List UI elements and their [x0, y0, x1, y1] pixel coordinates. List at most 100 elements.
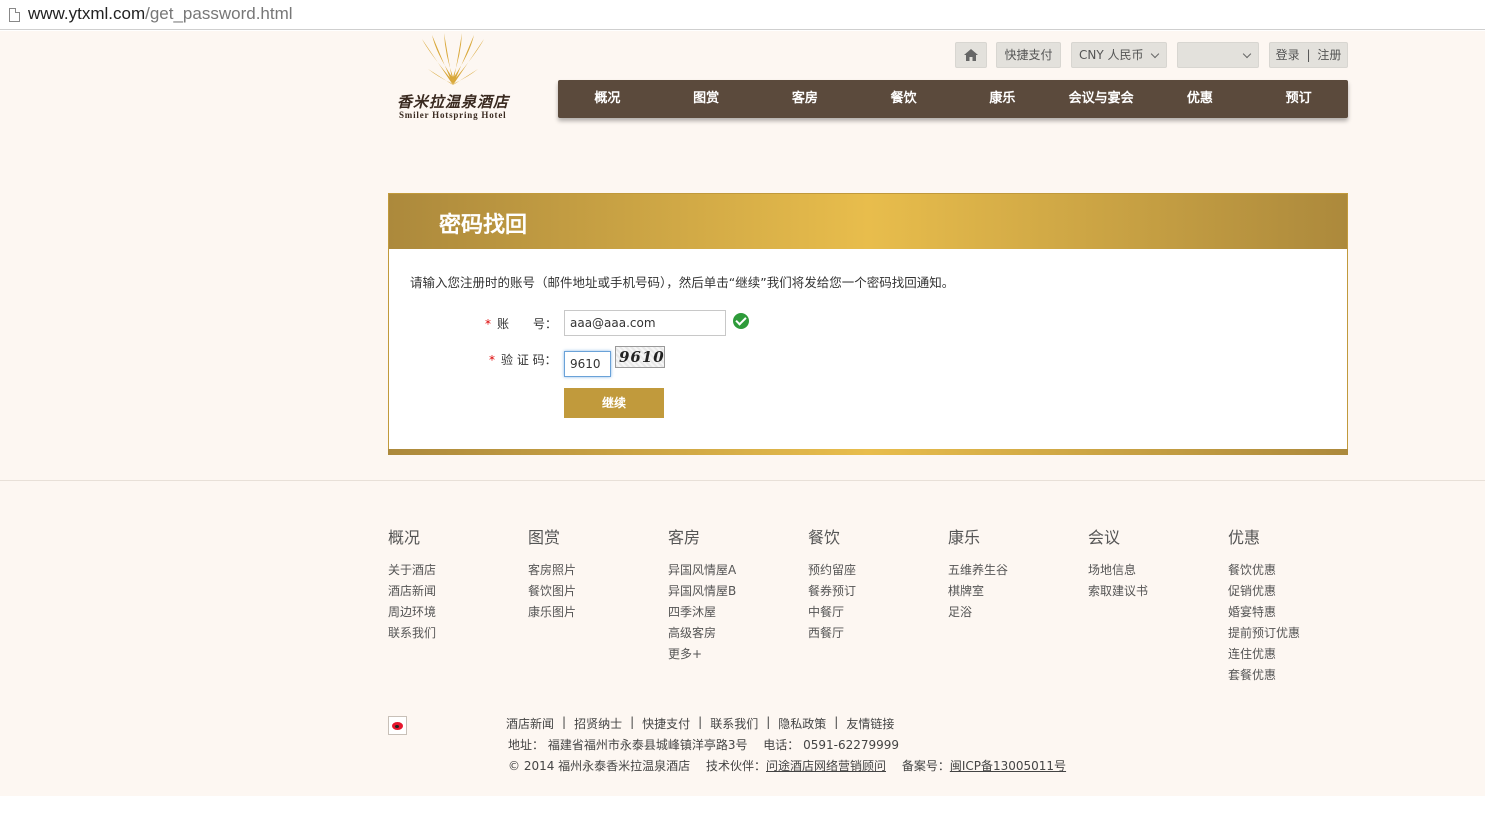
footer-bottom-links: 酒店新闻 | 招贤纳士 | 快捷支付 | 联系我们 | 隐私政策 | 友情链接 — [506, 715, 894, 732]
main-nav: 概况 图赏 客房 餐饮 康乐 会议与宴会 优惠 预订 — [558, 80, 1348, 118]
footer-link[interactable]: 中餐厅 — [808, 602, 938, 623]
footer-link[interactable]: 索取建议书 — [1088, 581, 1218, 602]
separator: | — [1306, 48, 1311, 62]
url-path: /get_password.html — [145, 4, 293, 23]
butterfly-logo-icon — [422, 33, 484, 85]
footer-link[interactable]: 异国风情屋A — [668, 560, 798, 581]
footer-link[interactable]: 酒店新闻 — [388, 581, 518, 602]
footer-col-title: 图赏 — [528, 528, 561, 547]
chevron-down-icon — [1150, 49, 1160, 59]
check-icon — [733, 313, 749, 329]
footer-link[interactable]: 足浴 — [948, 602, 1078, 623]
footer-col-dining: 餐饮 预约留座 餐券预订 中餐厅 西餐厅 — [808, 524, 938, 644]
footer-link[interactable]: 连住优惠 — [1228, 644, 1358, 665]
required-mark: * — [485, 317, 491, 331]
separator: | — [698, 715, 703, 729]
footer-col-title: 优惠 — [1228, 528, 1261, 547]
url-text[interactable]: www.ytxml.com/get_password.html — [28, 4, 293, 24]
page: 香米拉温泉酒店 Smiler Hotspring Hotel 快捷支付 CNY … — [0, 31, 1485, 796]
account-label: * 账 号： — [485, 315, 557, 332]
partner-link[interactable]: 问途酒店网络营销顾问 — [766, 759, 886, 773]
account-input[interactable]: aaa@aaa.com — [564, 310, 726, 336]
login-link[interactable]: 登录 — [1276, 48, 1300, 62]
footer-link[interactable]: 餐券预订 — [808, 581, 938, 602]
nav-rooms[interactable]: 客房 — [756, 80, 855, 118]
separator: | — [766, 715, 771, 729]
captcha-label: * 验 证 码： — [489, 351, 557, 368]
footer-col-title: 会议 — [1088, 528, 1121, 547]
nav-booking[interactable]: 预订 — [1249, 80, 1348, 118]
hotel-logo[interactable]: 香米拉温泉酒店 Smiler Hotspring Hotel — [388, 33, 528, 123]
icp-label: 备案号： — [886, 759, 950, 773]
footer-link[interactable]: 客房照片 — [528, 560, 658, 581]
currency-value: CNY 人民币 — [1079, 48, 1144, 62]
footer-col-rooms: 客房 异国风情屋A 异国风情屋B 四季沐屋 高级客房 更多+ — [668, 524, 798, 665]
footer-link[interactable]: 五维养生谷 — [948, 560, 1078, 581]
footer-link[interactable]: 四季沐屋 — [668, 602, 798, 623]
quick-pay-button[interactable]: 快捷支付 — [996, 42, 1061, 68]
footer-col-title: 康乐 — [948, 528, 981, 547]
password-recovery-panel: 密码找回 请输入您注册时的账号（邮件地址或手机号码），然后单击“继续”我们将发给… — [388, 193, 1348, 455]
captcha-input[interactable]: 9610 — [564, 351, 611, 377]
nav-offers[interactable]: 优惠 — [1151, 80, 1250, 118]
footer-col-gallery: 图赏 客房照片 餐饮图片 康乐图片 — [528, 524, 658, 623]
divider — [0, 480, 1485, 481]
footer-link[interactable]: 场地信息 — [1088, 560, 1218, 581]
home-button[interactable] — [955, 42, 987, 68]
home-icon — [964, 49, 978, 61]
captcha-image[interactable]: 9610 — [615, 346, 665, 368]
language-select[interactable] — [1177, 42, 1259, 68]
nav-recreation[interactable]: 康乐 — [953, 80, 1052, 118]
footer-link[interactable]: 关于酒店 — [388, 560, 518, 581]
footer-bottom-link[interactable]: 联系我们 — [710, 715, 758, 732]
chevron-down-icon — [1242, 49, 1252, 59]
currency-select[interactable]: CNY 人民币 — [1071, 42, 1167, 68]
separator: | — [834, 715, 839, 729]
footer-col-overview: 概况 关于酒店 酒店新闻 周边环境 联系我们 — [388, 524, 518, 644]
login-register-box: 登录 | 注册 — [1269, 42, 1348, 68]
footer-col-offers: 优惠 餐饮优惠 促销优惠 婚宴特惠 提前预订优惠 连住优惠 套餐优惠 — [1228, 524, 1358, 686]
footer-link[interactable]: 周边环境 — [388, 602, 518, 623]
footer-col-title: 餐饮 — [808, 528, 841, 547]
footer-bottom-link[interactable]: 隐私政策 — [778, 715, 826, 732]
nav-gallery[interactable]: 图赏 — [657, 80, 756, 118]
footer-bottom-link[interactable]: 酒店新闻 — [506, 715, 554, 732]
nav-overview[interactable]: 概况 — [558, 80, 657, 118]
separator: | — [630, 715, 635, 729]
footer-link[interactable]: 提前预订优惠 — [1228, 623, 1358, 644]
footer-bottom-link[interactable]: 招贤纳士 — [574, 715, 622, 732]
footer-link[interactable]: 异国风情屋B — [668, 581, 798, 602]
footer-bottom-link[interactable]: 快捷支付 — [642, 715, 690, 732]
panel-header: 密码找回 — [389, 194, 1347, 249]
nav-meetings[interactable]: 会议与宴会 — [1052, 80, 1151, 118]
continue-button[interactable]: 继续 — [564, 388, 664, 418]
nav-dining[interactable]: 餐饮 — [854, 80, 953, 118]
footer-bottom-link[interactable]: 友情链接 — [846, 715, 894, 732]
footer-link[interactable]: 预约留座 — [808, 560, 938, 581]
captcha-label-text: 验 证 码： — [501, 353, 557, 367]
weibo-icon[interactable] — [388, 716, 407, 735]
footer-link[interactable]: 餐饮图片 — [528, 581, 658, 602]
footer-col-meetings: 会议 场地信息 索取建议书 — [1088, 524, 1218, 602]
icp-link[interactable]: 闽ICP备13005011号 — [950, 759, 1066, 773]
footer-link[interactable]: 婚宴特惠 — [1228, 602, 1358, 623]
footer-link[interactable]: 餐饮优惠 — [1228, 560, 1358, 581]
url-host: www.ytxml.com — [28, 4, 146, 23]
footer-link[interactable]: 西餐厅 — [808, 623, 938, 644]
footer-link[interactable]: 棋牌室 — [948, 581, 1078, 602]
footer-col-title: 概况 — [388, 528, 421, 547]
footer-link[interactable]: 促销优惠 — [1228, 581, 1358, 602]
footer-link[interactable]: 更多+ — [668, 644, 798, 665]
footer-link[interactable]: 联系我们 — [388, 623, 518, 644]
register-link[interactable]: 注册 — [1317, 48, 1341, 62]
panel-bottom-bar — [388, 449, 1348, 455]
required-mark: * — [489, 353, 495, 367]
footer-link[interactable]: 康乐图片 — [528, 602, 658, 623]
address-bar[interactable]: www.ytxml.com/get_password.html — [0, 0, 1485, 30]
separator: | — [562, 715, 567, 729]
footer-link[interactable]: 高级客房 — [668, 623, 798, 644]
logo-english-name: Smiler Hotspring Hotel — [399, 110, 507, 120]
page-icon — [9, 8, 20, 22]
panel-title: 密码找回 — [439, 213, 528, 238]
footer-link[interactable]: 套餐优惠 — [1228, 665, 1358, 686]
